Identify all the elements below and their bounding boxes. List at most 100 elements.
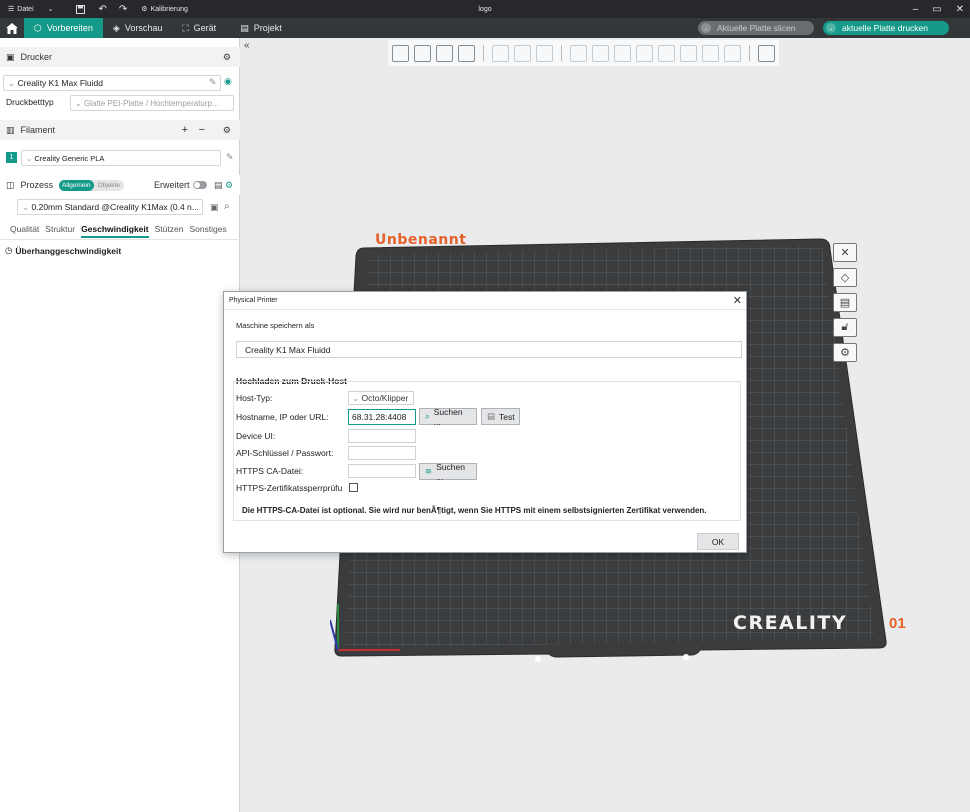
filament-icon: ▥ bbox=[6, 124, 15, 135]
save-preset-icon[interactable]: ▣ bbox=[210, 202, 219, 213]
filament-select[interactable]: ⌄ Creality Generic PLA bbox=[21, 150, 221, 166]
plate-name[interactable]: Unbenannt bbox=[375, 232, 466, 248]
save-as-label: Maschine speichern als bbox=[236, 321, 315, 330]
subtab-structure[interactable]: Struktur bbox=[45, 224, 75, 238]
layers-split-icon[interactable] bbox=[536, 44, 553, 62]
text-icon[interactable] bbox=[702, 44, 719, 62]
printer-select[interactable]: ⌄ Creality K1 Max Fluidd bbox=[3, 75, 221, 91]
subtab-speed[interactable]: Geschwindigkeit bbox=[81, 224, 149, 238]
orient-plate-icon[interactable]: ◇ bbox=[833, 268, 857, 287]
remove-filament-icon[interactable]: − bbox=[199, 124, 205, 136]
printer-settings-icon[interactable]: ⚙ bbox=[223, 52, 231, 63]
browse-host-button[interactable]: ⌕ Suchen ... bbox=[419, 406, 477, 427]
process-section-title: Prozess bbox=[20, 180, 54, 190]
filament-slot-badge[interactable]: 1 bbox=[6, 152, 17, 163]
search-icon[interactable]: ⌕ bbox=[224, 201, 230, 212]
lay-on-face-icon[interactable] bbox=[636, 44, 653, 62]
filament-name: Creality Generic PLA bbox=[34, 153, 105, 163]
delete-plate-icon[interactable]: ✕ bbox=[833, 243, 857, 262]
tab-project-label: Projekt bbox=[253, 23, 282, 33]
tab-preview[interactable]: ◈ Vorschau bbox=[103, 18, 172, 38]
objects-mode-option[interactable]: Objekte bbox=[94, 182, 124, 189]
subtab-others[interactable]: Sonstiges bbox=[189, 224, 226, 238]
calibration-menu[interactable]: ⚙ Kalibrierung bbox=[141, 5, 188, 14]
title-divider bbox=[224, 309, 746, 310]
undo-icon[interactable]: ↶ bbox=[99, 4, 107, 15]
tab-prepare[interactable]: ⬡ Vorbereiten bbox=[24, 18, 103, 38]
add-object-icon[interactable] bbox=[392, 44, 409, 62]
paste-icon[interactable] bbox=[514, 44, 531, 62]
chevron-down-icon: ⌄ bbox=[26, 153, 33, 163]
close-icon[interactable]: ✕ bbox=[733, 294, 742, 307]
filament-settings-icon[interactable]: ⚙ bbox=[223, 125, 231, 136]
physical-printer-dialog: Physical Printer ✕ Maschine speichern al… bbox=[223, 291, 747, 553]
ok-button[interactable]: OK bbox=[697, 533, 739, 550]
test-connection-button[interactable]: ▤ Test bbox=[481, 408, 520, 425]
device-ui-input[interactable] bbox=[348, 429, 416, 443]
collapse-sidebar-icon[interactable]: « bbox=[244, 40, 250, 51]
chevron-down-icon[interactable]: ⌄ bbox=[826, 23, 836, 33]
save-icon[interactable] bbox=[75, 4, 85, 14]
support-paint-icon[interactable] bbox=[680, 44, 697, 62]
browse-ca-button[interactable]: ≋ Suchen ... bbox=[419, 462, 477, 482]
project-icon: ▤ bbox=[240, 22, 249, 33]
revocation-label: HTTPS-Zertifikatssperrprüfu bbox=[236, 483, 343, 493]
assembly-view-icon[interactable] bbox=[758, 44, 775, 62]
minimize-icon[interactable]: – bbox=[913, 4, 919, 15]
process-settings-icon[interactable]: ⚙ bbox=[225, 180, 233, 191]
machine-name-input[interactable]: Creality K1 Max Fluidd bbox=[236, 341, 742, 358]
maximize-icon[interactable]: ▭ bbox=[932, 4, 941, 15]
hostname-input[interactable]: 68.31.28:4408 bbox=[348, 409, 416, 425]
chevron-down-icon: ⌄ bbox=[75, 98, 82, 108]
process-section-header: ◫ Prozess Allgemein Objekte Erweitert ▤ … bbox=[0, 175, 240, 195]
copy-icon[interactable] bbox=[492, 44, 509, 62]
move-icon[interactable] bbox=[570, 44, 587, 62]
wifi-icon[interactable]: ◉ bbox=[224, 76, 232, 87]
hostname-value: 68.31.28:4408 bbox=[352, 412, 407, 422]
compare-icon[interactable]: ▤ bbox=[214, 180, 223, 191]
browse-host-label: Suchen ... bbox=[433, 406, 463, 427]
bed-type-select[interactable]: ⌄ Glatte PEI-Platte / Hochtemperaturp... bbox=[70, 95, 234, 111]
cut-icon[interactable] bbox=[658, 44, 675, 62]
tab-device[interactable]: ⛶ Gerät bbox=[172, 18, 226, 38]
process-mode-switch[interactable]: Allgemein Objekte bbox=[59, 179, 124, 191]
add-filament-icon[interactable]: + bbox=[182, 124, 188, 136]
measure-icon[interactable] bbox=[724, 44, 741, 62]
print-plate-button[interactable]: ⌄ aktuelle Platte drucken bbox=[823, 21, 949, 35]
edit-filament-icon[interactable]: ✎ bbox=[226, 152, 234, 163]
https-info-note: Die HTTPS-CA-Datei ist optional. Sie wir… bbox=[242, 506, 707, 515]
chevron-down-icon[interactable]: ⌄ bbox=[701, 23, 711, 33]
edit-printer-icon[interactable]: ✎ bbox=[209, 77, 217, 88]
chevron-down-icon[interactable]: ⌄ bbox=[48, 5, 54, 13]
https-ca-input[interactable] bbox=[348, 464, 416, 478]
arrange-plate-icon[interactable]: ▤ bbox=[833, 293, 857, 312]
arrange-icon[interactable] bbox=[458, 44, 475, 62]
auto-orient-icon[interactable] bbox=[436, 44, 453, 62]
subtab-supports[interactable]: Stützen bbox=[155, 224, 184, 238]
home-button[interactable] bbox=[0, 18, 24, 38]
device-ui-label: Device UI: bbox=[236, 431, 276, 441]
tab-project[interactable]: ▤ Projekt bbox=[230, 18, 292, 38]
lock-plate-icon[interactable]: 🔓︎ bbox=[833, 318, 857, 337]
slice-plate-button[interactable]: ⌄ Aktuelle Platte slicen bbox=[698, 21, 814, 35]
rotate-icon[interactable] bbox=[592, 44, 609, 62]
subtab-quality[interactable]: Qualität bbox=[10, 224, 39, 238]
file-menu[interactable]: ☰ Datei bbox=[8, 5, 34, 14]
scale-icon[interactable] bbox=[614, 44, 631, 62]
advanced-toggle[interactable] bbox=[193, 181, 207, 189]
api-key-input[interactable] bbox=[348, 446, 416, 460]
filament-slot-number: 1 bbox=[9, 154, 14, 161]
process-profile-select[interactable]: ⌄ 0.20mm Standard @Creality K1Max (0.4 n… bbox=[17, 199, 203, 215]
prepare-icon: ⬡ bbox=[34, 22, 42, 33]
printer-section-title: Drucker bbox=[20, 52, 53, 62]
plate-settings-icon[interactable]: ⚙ bbox=[833, 343, 857, 362]
redo-icon[interactable]: ↷ bbox=[119, 4, 127, 15]
plate-side-tools: ✕ ◇ ▤ 🔓︎ ⚙ bbox=[833, 243, 857, 362]
speedometer-icon: ◷ bbox=[5, 245, 13, 255]
close-window-icon[interactable]: ✕ bbox=[956, 4, 964, 15]
revocation-checkbox[interactable] bbox=[349, 483, 358, 492]
brand-logo: CREALITY bbox=[733, 612, 848, 634]
add-plate-icon[interactable] bbox=[414, 44, 431, 62]
general-mode-option[interactable]: Allgemein bbox=[59, 179, 94, 191]
host-type-select[interactable]: ⌄ Octo/Klipper bbox=[348, 391, 414, 405]
